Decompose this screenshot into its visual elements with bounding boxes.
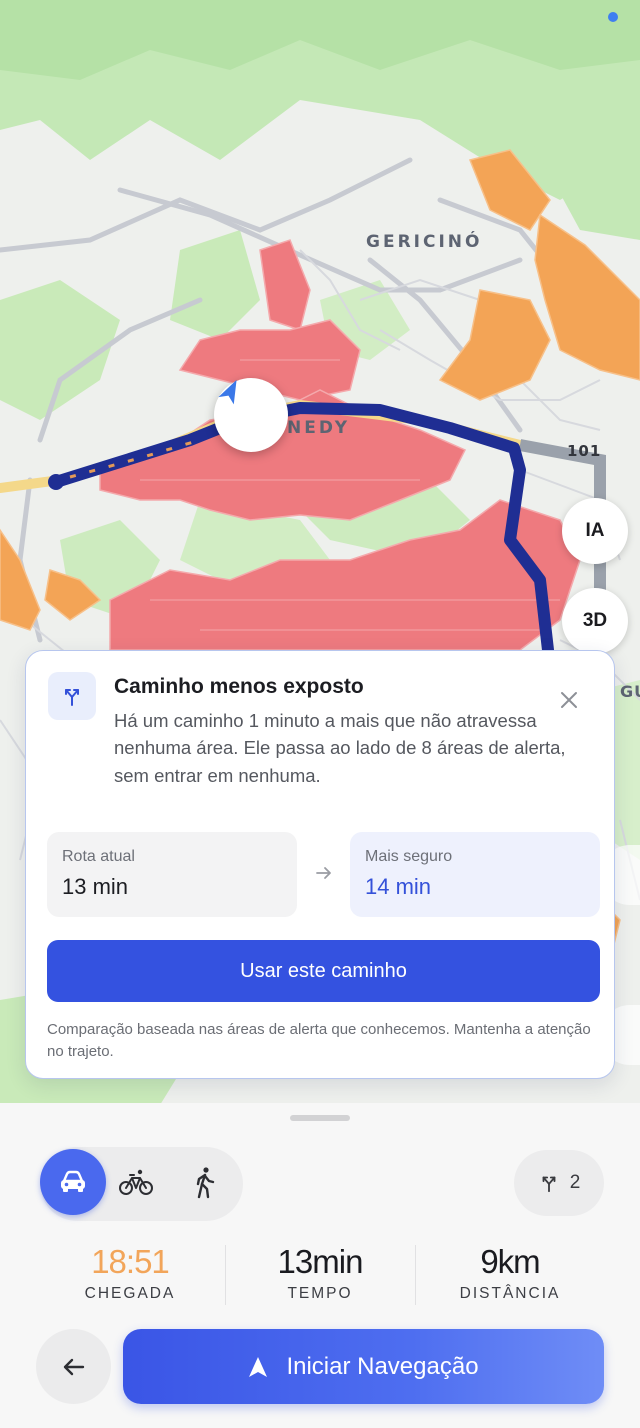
bicycle-icon <box>119 1169 153 1195</box>
start-navigation-button[interactable]: Iniciar Navegação <box>123 1329 604 1404</box>
card-title: Caminho menos exposto <box>114 675 364 698</box>
map-label-nedy: NEDY <box>287 418 351 438</box>
mode-car-button[interactable] <box>40 1149 106 1215</box>
route-bottom-sheet: 2 18:51 CHEGADA 13min TEMPO 9km DISTÂNCI… <box>0 1103 640 1428</box>
back-button[interactable] <box>36 1329 111 1404</box>
alternative-routes-button[interactable]: 2 <box>514 1150 604 1216</box>
route-split-icon <box>542 1176 556 1193</box>
duration-value: 13min <box>277 1243 364 1280</box>
arrow-left-icon <box>63 1358 84 1375</box>
stat-divider <box>225 1245 226 1305</box>
use-route-button[interactable]: Usar este caminho <box>47 940 600 1002</box>
mode-walk-button[interactable] <box>190 1165 220 1199</box>
safer-route-suggestion-card: Caminho menos exposto Há um caminho 1 mi… <box>25 650 615 1079</box>
sheet-drag-handle[interactable] <box>290 1115 350 1121</box>
current-route-label: Rota atual <box>62 848 135 865</box>
routes-count: 2 <box>569 1172 581 1193</box>
card-description: Há um caminho 1 minuto a mais que não at… <box>114 710 566 786</box>
arrival-label: CHEGADA <box>84 1285 176 1302</box>
current-route-time: 13 min <box>62 874 129 899</box>
navigation-arrow-icon <box>218 379 237 405</box>
arrow-right-icon <box>314 863 334 883</box>
map-label-gericino: GERICINÓ <box>366 232 483 252</box>
current-route-box: Rota atual 13 min <box>47 832 297 917</box>
3d-view-button[interactable]: 3D <box>562 588 628 654</box>
duration-label: TEMPO <box>287 1285 353 1302</box>
safer-route-label: Mais seguro <box>365 848 453 865</box>
route-split-icon <box>48 672 96 720</box>
stat-divider <box>415 1245 416 1305</box>
arrival-time: 18:51 <box>91 1243 170 1280</box>
walking-icon <box>196 1167 215 1199</box>
map-label-road-101: 101 <box>567 442 602 460</box>
start-navigation-label: Iniciar Navegação <box>286 1352 479 1380</box>
navigation-arrow-icon <box>249 1356 268 1377</box>
location-indicator <box>608 12 618 22</box>
safer-route-box: Mais seguro 14 min <box>350 832 600 917</box>
duration-stat: 13min TEMPO <box>240 1243 400 1303</box>
mode-bike-button[interactable] <box>118 1167 154 1197</box>
car-icon <box>61 1170 85 1192</box>
travel-mode-selector <box>40 1147 243 1221</box>
distance-stat: 9km DISTÂNCIA <box>430 1243 590 1303</box>
safer-route-time: 14 min <box>365 874 432 899</box>
map-label-edge: GU <box>620 682 640 701</box>
user-location-marker[interactable] <box>214 378 288 452</box>
arrival-stat: 18:51 CHEGADA <box>50 1243 210 1303</box>
distance-label: DISTÂNCIA <box>459 1285 561 1302</box>
distance-value: 9km <box>480 1243 540 1280</box>
ai-button[interactable]: IA <box>562 498 628 564</box>
card-footnote: Comparação baseada nas áreas de alerta q… <box>47 1021 591 1060</box>
